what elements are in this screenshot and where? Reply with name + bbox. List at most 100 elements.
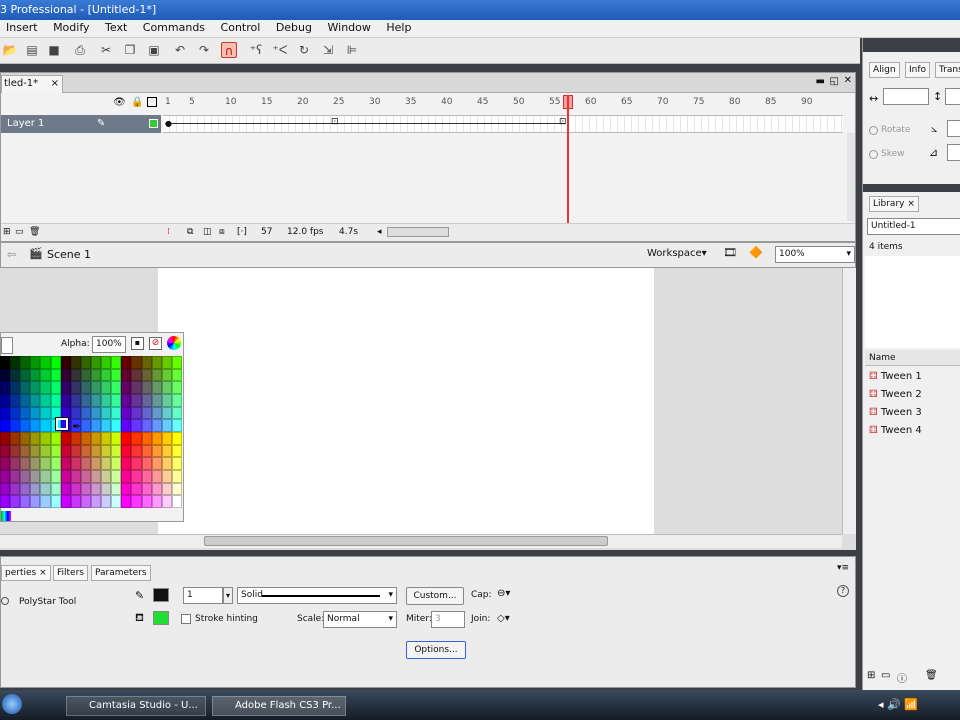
color-swatch[interactable]: [70, 381, 81, 394]
list-item[interactable]: ⚃ Tween 3: [865, 404, 960, 422]
color-swatch[interactable]: [141, 381, 152, 394]
color-swatch[interactable]: [141, 356, 152, 369]
hex-field[interactable]: [1, 337, 13, 354]
smooth-icon[interactable]: ⁺ʕ: [248, 42, 264, 58]
color-swatch[interactable]: [131, 419, 142, 432]
color-swatch[interactable]: [171, 482, 182, 496]
color-swatch[interactable]: [0, 368, 11, 382]
outline-icon[interactable]: [147, 97, 157, 107]
color-swatch[interactable]: [151, 495, 162, 508]
close-window-icon[interactable]: ✕: [844, 75, 852, 86]
color-swatch[interactable]: [30, 368, 41, 382]
color-swatch[interactable]: [131, 444, 142, 458]
color-swatch[interactable]: [20, 495, 31, 508]
color-swatch[interactable]: [171, 495, 182, 508]
color-swatch[interactable]: [151, 368, 162, 382]
color-swatch[interactable]: [40, 356, 51, 369]
color-swatch[interactable]: [10, 495, 21, 508]
color-swatch[interactable]: [121, 495, 132, 508]
menu-debug[interactable]: Debug: [276, 20, 312, 36]
taskbar-app-camtasia[interactable]: Camtasia Studio - U...: [66, 696, 206, 716]
color-swatch[interactable]: [10, 470, 21, 483]
color-swatch[interactable]: [20, 482, 31, 496]
color-swatch[interactable]: [121, 444, 132, 458]
edit-multiple-icon[interactable]: ⧈: [219, 227, 225, 237]
color-swatch[interactable]: [30, 406, 41, 420]
tab-info[interactable]: Info: [905, 62, 931, 78]
edit-symbols-icon[interactable]: 🎞: [723, 246, 737, 259]
timeline-vscroll[interactable]: [847, 133, 855, 221]
color-swatch[interactable]: [141, 482, 152, 496]
color-swatch[interactable]: [111, 419, 122, 432]
color-swatch[interactable]: [101, 406, 112, 420]
color-swatch[interactable]: [131, 495, 142, 508]
color-swatch[interactable]: [131, 394, 142, 407]
tab-align[interactable]: Align: [869, 62, 900, 78]
color-swatch[interactable]: [10, 432, 21, 445]
color-swatch[interactable]: [60, 482, 71, 496]
color-swatch[interactable]: [121, 457, 132, 470]
color-swatch[interactable]: [0, 482, 11, 496]
panel-menu-icon[interactable]: ▾≡: [837, 563, 849, 573]
color-swatch[interactable]: [80, 368, 91, 382]
edit-scene-icon[interactable]: 🔶: [749, 246, 763, 259]
stroke-hinting-checkbox[interactable]: [181, 614, 191, 624]
no-color-icon[interactable]: ▪: [131, 337, 144, 350]
color-swatch[interactable]: [10, 406, 21, 420]
color-swatch[interactable]: [30, 470, 41, 483]
color-swatch[interactable]: [131, 406, 142, 420]
color-swatch[interactable]: [151, 381, 162, 394]
color-swatch[interactable]: [101, 495, 112, 508]
color-swatch[interactable]: [80, 394, 91, 407]
center-frame-icon[interactable]: ⁞: [167, 227, 170, 237]
list-item[interactable]: ⚃ Tween 4: [865, 422, 960, 440]
color-swatch[interactable]: [121, 419, 132, 432]
color-swatch[interactable]: [70, 482, 81, 496]
color-swatch[interactable]: [80, 356, 91, 369]
color-swatch[interactable]: [90, 356, 102, 369]
color-swatch[interactable]: [60, 394, 71, 407]
color-swatch[interactable]: [121, 381, 132, 394]
color-swatch[interactable]: [121, 432, 132, 445]
color-swatch[interactable]: [10, 457, 21, 470]
color-swatch[interactable]: [90, 470, 102, 483]
color-swatch[interactable]: [50, 432, 61, 445]
color-swatch[interactable]: [171, 381, 182, 394]
color-swatch[interactable]: [50, 470, 61, 483]
color-swatch[interactable]: [111, 356, 122, 369]
stage-vscroll[interactable]: [842, 268, 856, 534]
color-swatch[interactable]: [50, 356, 61, 369]
close-icon[interactable]: ×: [51, 76, 59, 92]
color-swatch[interactable]: [141, 406, 152, 420]
color-swatch[interactable]: [161, 394, 172, 407]
color-swatch[interactable]: [90, 394, 102, 407]
new-layer-icon[interactable]: ⊞: [3, 227, 11, 237]
color-swatch[interactable]: [131, 482, 142, 496]
color-swatch[interactable]: [121, 482, 132, 496]
lock-icon[interactable]: 🔒: [131, 97, 143, 108]
color-swatch[interactable]: [30, 394, 41, 407]
color-swatch[interactable]: [111, 406, 122, 420]
paste-icon[interactable]: ▣: [146, 42, 162, 58]
color-swatch[interactable]: [60, 495, 71, 508]
snap-magnet-icon[interactable]: ∩: [221, 42, 237, 58]
color-swatch[interactable]: [141, 394, 152, 407]
color-swatch[interactable]: [80, 432, 91, 445]
cap-select[interactable]: ⊖▾: [497, 588, 510, 599]
color-swatch[interactable]: [0, 419, 11, 432]
swatch-grid[interactable]: [0, 356, 182, 508]
color-swatch[interactable]: [30, 495, 41, 508]
zoom-select[interactable]: 100% ▾: [775, 246, 855, 263]
library-column-header[interactable]: Name: [865, 350, 960, 366]
color-swatch[interactable]: [0, 432, 11, 445]
color-swatch[interactable]: [151, 432, 162, 445]
color-swatch[interactable]: [161, 457, 172, 470]
menu-text[interactable]: Text: [105, 20, 127, 36]
workspace-menu[interactable]: Workspace▾: [647, 248, 707, 259]
color-swatch[interactable]: [161, 368, 172, 382]
color-swatch[interactable]: [30, 432, 41, 445]
color-swatch[interactable]: [40, 419, 51, 432]
color-swatch[interactable]: [50, 444, 61, 458]
color-swatch[interactable]: [60, 432, 71, 445]
stage-hscroll-thumb[interactable]: [204, 536, 608, 546]
